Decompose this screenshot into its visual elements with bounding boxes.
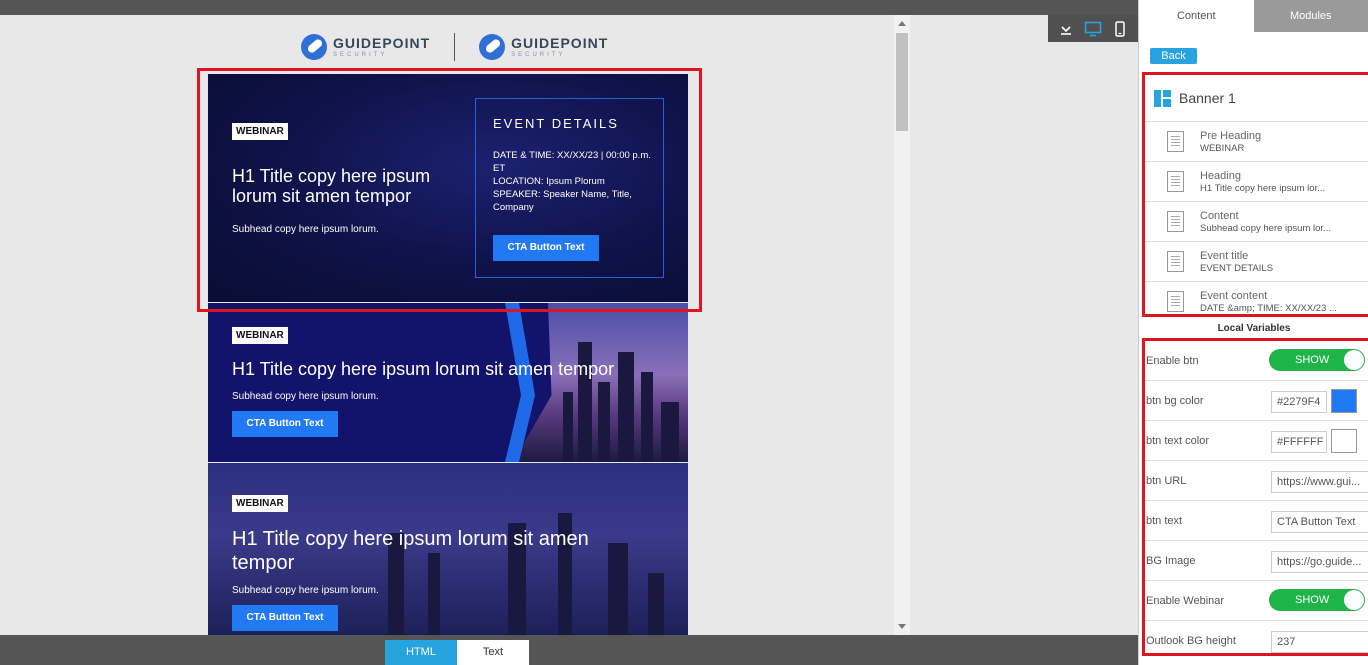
layer-item[interactable]: Event title EVENT DETAILS xyxy=(1145,242,1368,282)
var-btn-text: btn text CTA Button Text xyxy=(1145,501,1368,541)
toggle-knob xyxy=(1344,350,1364,370)
var-label: Enable btn xyxy=(1146,355,1199,367)
toggle-label: SHOW xyxy=(1295,354,1330,366)
banner-3[interactable]: WEBINAR H1 Title copy here ipsum lorum s… xyxy=(208,463,688,635)
var-label: btn URL xyxy=(1146,475,1187,487)
layer-value: Subhead copy here ipsum lor... xyxy=(1200,222,1331,234)
layer-value: DATE &amp; TIME: XX/XX/23 ... xyxy=(1200,302,1337,314)
pre-heading-tag[interactable]: WEBINAR xyxy=(232,495,288,512)
document-icon xyxy=(1167,171,1184,192)
layer-item[interactable]: Heading H1 Title copy here ipsum lor... xyxy=(1145,162,1368,202)
enable-btn-toggle[interactable]: SHOW xyxy=(1269,349,1365,371)
top-bar xyxy=(0,0,1138,15)
tab-content[interactable]: Content xyxy=(1139,0,1254,32)
var-bg-image: BG Image https://go.guide... xyxy=(1145,541,1368,581)
document-icon xyxy=(1167,131,1184,152)
layer-value: EVENT DETAILS xyxy=(1200,262,1274,274)
var-label: btn bg color xyxy=(1146,395,1204,407)
pre-heading-tag[interactable]: WEBINAR xyxy=(232,327,288,344)
layout-icon xyxy=(1154,89,1171,107)
layer-item[interactable]: Pre Heading WEBINAR xyxy=(1145,122,1368,162)
logo-sub: SECURITY xyxy=(511,52,566,58)
guidepoint-logo-icon xyxy=(301,34,327,60)
logo-name: GUIDEPOINT xyxy=(511,35,609,51)
banner-layer-name: Banner 1 xyxy=(1179,90,1236,106)
banner-subhead[interactable]: Subhead copy here ipsum lorum. xyxy=(232,391,379,402)
selection-outline xyxy=(197,68,702,312)
btn-url-input[interactable]: https://www.gui... xyxy=(1271,471,1368,493)
local-variables-title: Local Variables xyxy=(1217,323,1291,334)
desktop-icon[interactable] xyxy=(1083,19,1103,39)
var-label: btn text xyxy=(1146,515,1183,527)
layer-title: Pre Heading xyxy=(1200,129,1262,142)
banner-heading[interactable]: H1 Title copy here ipsum lorum sit amen … xyxy=(232,359,672,379)
device-toolbar xyxy=(1048,15,1138,42)
var-btn-text-color: btn text color #FFFFFF xyxy=(1145,421,1368,461)
var-label: btn text color xyxy=(1146,435,1209,447)
canvas-area: GUIDEPOINT SECURITY GUIDEPOINT SECURITY … xyxy=(0,15,1138,635)
banner-heading[interactable]: H1 Title copy here ipsum lorum sit amen … xyxy=(232,527,652,575)
var-btn-url: btn URL https://www.gui... xyxy=(1145,461,1368,501)
bg-image-input[interactable]: https://go.guide... xyxy=(1271,551,1368,573)
btn-text-input[interactable]: CTA Button Text xyxy=(1271,511,1368,533)
logo-left: GUIDEPOINT SECURITY xyxy=(301,34,430,60)
bottom-bar: HTML Text xyxy=(0,635,1138,665)
outlook-bg-height-input[interactable]: 237 xyxy=(1271,631,1368,653)
layer-value: H1 Title copy here ipsum lor... xyxy=(1200,182,1326,194)
var-label: BG Image xyxy=(1146,555,1196,567)
document-icon xyxy=(1167,291,1184,312)
mobile-icon[interactable] xyxy=(1110,19,1130,39)
var-enable-webinar: Enable Webinar SHOW xyxy=(1145,581,1368,621)
enable-webinar-toggle[interactable]: SHOW xyxy=(1269,589,1365,611)
toggle-label: SHOW xyxy=(1295,594,1330,606)
document-icon xyxy=(1167,251,1184,272)
btn-text-color-swatch[interactable] xyxy=(1331,429,1357,453)
cta-button[interactable]: CTA Button Text xyxy=(232,411,338,437)
logo-divider xyxy=(454,33,456,61)
btn-bg-color-swatch[interactable] xyxy=(1331,389,1357,413)
canvas-scrollbar[interactable] xyxy=(894,15,910,635)
logo-header: GUIDEPOINT SECURITY GUIDEPOINT SECURITY xyxy=(301,31,611,63)
tab-modules[interactable]: Modules xyxy=(1253,0,1368,32)
properties-panel: Content Modules Back Banner 1 Pre Headin… xyxy=(1138,0,1368,665)
var-btn-bg-color: btn bg color #2279F4 xyxy=(1145,381,1368,421)
document-icon xyxy=(1167,211,1184,232)
scroll-down-icon[interactable] xyxy=(898,624,906,629)
scroll-up-icon[interactable] xyxy=(898,21,906,26)
layer-title: Content xyxy=(1200,209,1239,222)
banner-layer-header[interactable]: Banner 1 xyxy=(1145,75,1368,122)
email-canvas: GUIDEPOINT SECURITY GUIDEPOINT SECURITY … xyxy=(5,17,894,635)
logo-right: GUIDEPOINT SECURITY xyxy=(479,34,608,60)
layer-item[interactable]: Content Subhead copy here ipsum lor... xyxy=(1145,202,1368,242)
btn-text-color-input[interactable]: #FFFFFF xyxy=(1271,431,1327,453)
logo-name: GUIDEPOINT xyxy=(333,35,431,51)
var-label: Outlook BG height xyxy=(1146,635,1236,647)
banner-2[interactable]: WEBINAR H1 Title copy here ipsum lorum s… xyxy=(208,303,688,462)
layer-title: Heading xyxy=(1200,169,1241,182)
var-enable-btn: Enable btn SHOW xyxy=(1145,341,1368,381)
layer-title: Event content xyxy=(1200,289,1268,302)
tab-text[interactable]: Text xyxy=(457,640,529,665)
back-button[interactable]: Back xyxy=(1150,48,1197,64)
layer-list: Banner 1 Pre Heading WEBINAR Heading H1 Ti… xyxy=(1142,72,1368,317)
btn-bg-color-input[interactable]: #2279F4 xyxy=(1271,391,1327,413)
editor-root: GUIDEPOINT SECURITY GUIDEPOINT SECURITY … xyxy=(0,0,1368,665)
toggle-knob xyxy=(1344,590,1364,610)
collapse-icon[interactable] xyxy=(1056,19,1076,39)
var-outlook-bg-height: Outlook BG height 237 xyxy=(1145,621,1368,661)
local-variables-list: Enable btn SHOW btn bg color #2279F4 btn… xyxy=(1142,338,1368,656)
layer-title: Event title xyxy=(1200,249,1249,262)
guidepoint-logo-icon xyxy=(479,34,506,60)
layer-item[interactable]: Event content DATE &amp; TIME: XX/XX/23 .… xyxy=(1145,282,1368,314)
var-label: Enable Webinar xyxy=(1146,595,1225,607)
banner-subhead[interactable]: Subhead copy here ipsum lorum. xyxy=(232,585,379,596)
city-skyline-image xyxy=(513,303,688,462)
scroll-thumb[interactable] xyxy=(896,33,908,131)
layer-value: WEBINAR xyxy=(1200,142,1245,154)
logo-sub: SECURITY xyxy=(333,52,388,58)
tab-html[interactable]: HTML xyxy=(385,640,457,665)
cta-button[interactable]: CTA Button Text xyxy=(232,605,338,631)
panel-tabs: Content Modules xyxy=(1139,0,1368,32)
